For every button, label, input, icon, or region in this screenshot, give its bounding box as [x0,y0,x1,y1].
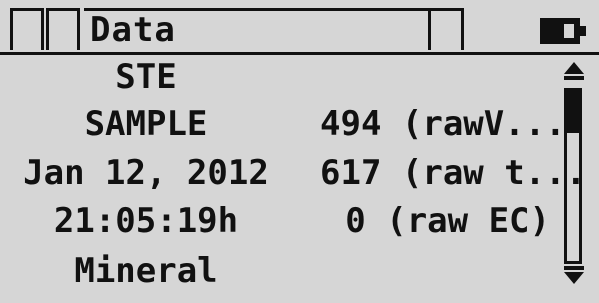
row-4-left: 21:05:19h [53,201,239,241]
chevron-up-icon[interactable] [562,62,586,80]
row-2-right: 494 (rawV... [320,104,566,144]
header-slot-left-2 [46,8,80,50]
row-5-left: Mineral [74,251,218,291]
row-1-left: STE [115,57,177,97]
scrollbar-thumb[interactable] [567,91,579,133]
battery-icon [540,18,586,44]
row-4-right: 0 (raw EC) [345,201,550,241]
battery-body [540,18,580,44]
device-screen: Data STE SAMPLE 494 (rawV... Jan 12, 201… [0,0,599,303]
page-title: Data [90,10,176,50]
header-slot-right [428,8,464,50]
row-3-right: 617 (raw t... [320,153,587,193]
scrollbar-track[interactable] [564,88,582,264]
header-slot-left-1 [10,8,44,50]
chevron-down-icon[interactable] [562,266,586,286]
row-3-left: Jan 12, 2012 [23,153,269,193]
battery-tip [580,26,586,36]
row-2-left: SAMPLE [84,104,208,144]
header-bar: Data [0,0,599,56]
